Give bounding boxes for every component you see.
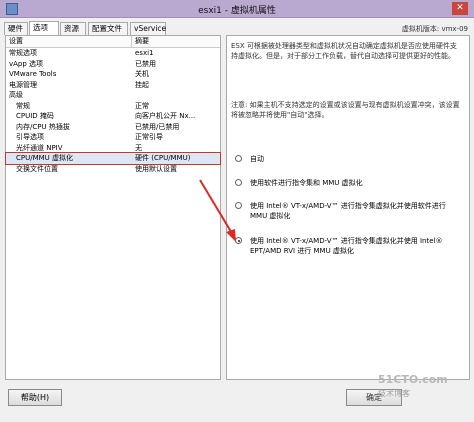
row-summary: 关机	[135, 70, 149, 78]
list-row-vapp-options[interactable]: vApp 选项 已禁用	[6, 59, 220, 70]
description-text: ESX 可根据被处理器类型和虚拟机状况自动确定虚拟机是否应使用硬件支持虚拟化。但…	[231, 42, 457, 60]
column-header-summary[interactable]: 摘要	[132, 36, 149, 47]
list-header: 设置 摘要	[6, 36, 220, 48]
watermark-site: 51CTO.com	[378, 373, 448, 386]
option-hardware-full[interactable]: 使用 Intel® VT-x/AMD-V™ 进行指令集虚拟化并使用 Intel®…	[235, 236, 461, 256]
settings-list: 设置 摘要 常规选项 esxi1 vApp 选项 已禁用 VMware Tool…	[5, 35, 221, 380]
row-summary: esxi1	[135, 49, 154, 57]
row-setting: 交换文件位置	[16, 164, 58, 173]
option-label: 使用软件进行指令集和 MMU 虚拟化	[250, 179, 363, 187]
row-summary: 已禁用	[135, 59, 156, 68]
tab-options[interactable]: 选项	[29, 21, 59, 35]
row-setting: VMware Tools	[9, 70, 57, 78]
row-setting: CPU/MMU 虚拟化	[16, 154, 74, 162]
radio-software[interactable]	[235, 179, 242, 186]
column-header-setting[interactable]: 设置	[6, 36, 132, 47]
radio-automatic[interactable]	[235, 155, 242, 162]
row-summary: 硬件 (CPU/MMU)	[135, 154, 191, 162]
row-summary: 无	[135, 143, 142, 152]
option-automatic[interactable]: 自动	[235, 154, 461, 164]
list-row-cpuid-mask[interactable]: CPUID 掩码 向客户机公开 Nx...	[6, 111, 220, 122]
window-title: esxi1 - 虚拟机属性	[198, 6, 276, 16]
option-label: 自动	[250, 155, 264, 163]
list-row-advanced[interactable]: 高级	[6, 90, 220, 101]
row-setting: 内存/CPU 热插拔	[16, 122, 70, 131]
list-row-vmware-tools[interactable]: VMware Tools 关机	[6, 69, 220, 80]
row-setting: 常规	[16, 101, 30, 110]
list-row-general-options[interactable]: 常规选项 esxi1	[6, 48, 220, 59]
tab-vservice[interactable]: vService	[130, 22, 166, 35]
tab-resources[interactable]: 资源	[60, 22, 86, 35]
row-summary: 向客户机公开 Nx...	[135, 112, 196, 120]
list-row-swapfile-location[interactable]: 交换文件位置 使用默认设置	[6, 164, 220, 175]
option-label: 使用 Intel® VT-x/AMD-V™ 进行指令集虚拟化并使用 Intel®…	[250, 237, 443, 255]
watermark-sub: 技术博客	[378, 389, 410, 398]
radio-hardware-instruction[interactable]	[235, 202, 242, 209]
row-summary: 已禁用/已禁用	[135, 122, 180, 131]
list-row-fibre-channel-npiv[interactable]: 光纤通道 NPIV 无	[6, 143, 220, 154]
title-bar: esxi1 - 虚拟机属性 ✕	[0, 0, 474, 18]
row-setting: 电源管理	[9, 80, 37, 89]
radio-hardware-full[interactable]	[235, 237, 242, 244]
row-setting: vApp 选项	[9, 59, 44, 68]
settings-detail-panel: ESX 可根据被处理器类型和虚拟机状况自动确定虚拟机是否应使用硬件支持虚拟化。但…	[226, 35, 470, 380]
help-button[interactable]: 帮助(H)	[8, 389, 62, 406]
option-software[interactable]: 使用软件进行指令集和 MMU 虚拟化	[235, 178, 461, 188]
row-setting: CPUID 掩码	[16, 112, 54, 120]
tab-profiles[interactable]: 配置文件	[88, 22, 128, 35]
row-summary: 挂起	[135, 80, 149, 89]
note-text: 注意: 如果主机不支持选定的设置或该设置与现有虚拟机设置冲突，该设置将被忽略并将…	[231, 101, 460, 119]
row-summary	[132, 90, 135, 101]
list-row-boot-options[interactable]: 引导选项 正常引导	[6, 132, 220, 143]
vm-version-label: 虚拟机版本: vmx-09	[401, 25, 468, 33]
list-row-general[interactable]: 常规 正常	[6, 101, 220, 112]
watermark: 51CTO.com 技术博客	[378, 374, 448, 400]
row-summary: 使用默认设置	[135, 164, 177, 173]
row-setting: 光纤通道 NPIV	[16, 143, 63, 152]
row-summary: 正常	[135, 101, 149, 110]
list-row-power-management[interactable]: 电源管理 挂起	[6, 80, 220, 91]
option-label: 使用 Intel® VT-x/AMD-V™ 进行指令集虚拟化并使用软件进行 MM…	[250, 202, 446, 220]
close-icon[interactable]: ✕	[452, 2, 468, 15]
list-row-cpu-mmu-virtualization[interactable]: CPU/MMU 虚拟化 硬件 (CPU/MMU)	[5, 152, 221, 165]
tab-hardware[interactable]: 硬件	[4, 22, 28, 35]
option-hardware-instruction[interactable]: 使用 Intel® VT-x/AMD-V™ 进行指令集虚拟化并使用软件进行 MM…	[235, 201, 461, 221]
row-setting: 常规选项	[9, 49, 37, 57]
row-summary: 正常引导	[135, 133, 163, 141]
row-setting: 引导选项	[16, 133, 44, 141]
row-setting: 高级	[9, 91, 23, 99]
list-row-hotplug[interactable]: 内存/CPU 热插拔 已禁用/已禁用	[6, 122, 220, 133]
